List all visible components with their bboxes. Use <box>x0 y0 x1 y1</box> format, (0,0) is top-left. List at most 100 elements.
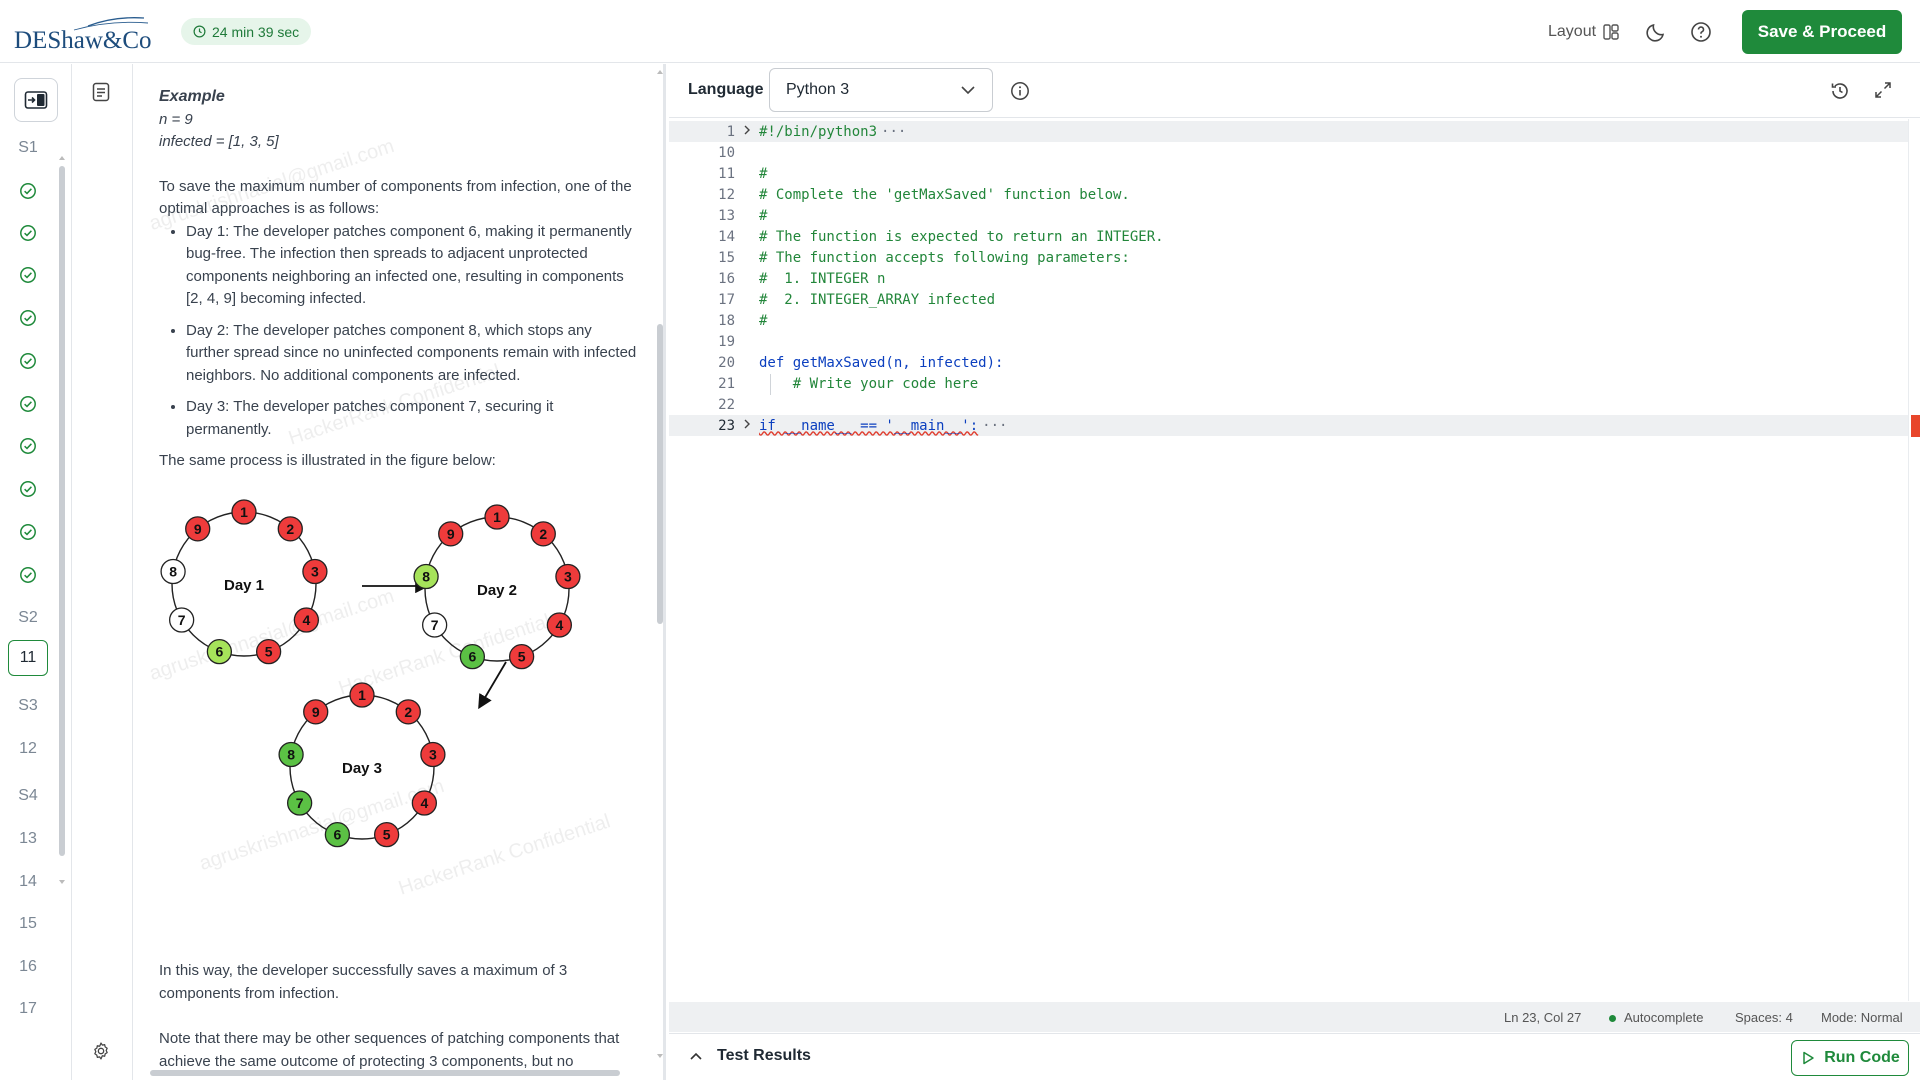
example-heading: Example <box>159 88 225 105</box>
section-label[interactable]: S3 <box>8 690 48 722</box>
settings-gear-icon[interactable] <box>91 1041 111 1061</box>
test-results-title: Test Results <box>717 1047 811 1064</box>
dark-mode-moon-icon[interactable] <box>1644 20 1668 44</box>
code-line[interactable]: 19 <box>669 331 1909 352</box>
component-number: 9 <box>312 704 320 720</box>
conclusion-text: In this way, the developer successfully … <box>159 962 568 1002</box>
info-icon[interactable] <box>1010 81 1030 101</box>
code-line[interactable]: 13 # <box>669 205 1909 226</box>
question-item[interactable]: 17 <box>8 993 48 1025</box>
component-number: 9 <box>447 526 455 542</box>
language-select[interactable]: Python 3 <box>769 68 993 112</box>
question-done-check-icon[interactable] <box>8 175 48 207</box>
code-line[interactable]: 12 # Complete the 'getMaxSaved' function … <box>669 184 1909 205</box>
fold-chevron-icon[interactable] <box>735 124 759 140</box>
component-number: 5 <box>518 649 526 665</box>
question-done-check-icon[interactable] <box>8 259 48 291</box>
editor-scrollbar[interactable] <box>1908 119 1909 1001</box>
question-item[interactable]: 13 <box>8 823 48 855</box>
code-text: # 2. INTEGER_ARRAY infected <box>759 291 996 308</box>
day-label: Day 3 <box>342 760 382 777</box>
question-done-check-icon[interactable] <box>8 430 48 462</box>
chevron-up-icon <box>690 1052 702 1060</box>
approach-intro: To save the maximum number of components… <box>159 177 632 218</box>
question-item-active[interactable]: 11 <box>8 640 48 676</box>
component-number: 4 <box>302 612 310 628</box>
code-line[interactable]: 16 # 1. INTEGER n <box>669 268 1909 289</box>
run-code-button[interactable]: Run Code <box>1791 1040 1909 1076</box>
question-done-check-icon[interactable] <box>8 217 48 249</box>
component-number: 3 <box>564 568 572 584</box>
question-done-check-icon[interactable] <box>8 559 48 591</box>
editor-mode[interactable]: Mode: Normal <box>1821 1010 1903 1025</box>
problem-content: Example n = 9 infected = [1, 3, 5] To sa… <box>159 86 639 473</box>
day-label: Day 2 <box>477 582 517 599</box>
code-line[interactable]: 1 #!/bin/python3 ··· <box>669 121 1909 142</box>
question-done-check-icon[interactable] <box>8 473 48 505</box>
code-line[interactable]: 18 # <box>669 310 1909 331</box>
code-text: # The function accepts following paramet… <box>759 249 1130 266</box>
code-text: # <box>759 165 768 182</box>
arrow-day2-to-day3 <box>478 661 507 710</box>
test-results-toggle[interactable]: Test Results <box>689 1047 811 1065</box>
section-label[interactable]: S1 <box>8 132 48 164</box>
navigator-scrollbar[interactable] <box>58 154 66 894</box>
folded-ellipsis[interactable]: ··· <box>982 418 1007 434</box>
problem-statement-panel: agruskrishnasial@gmail.com HackerRank Co… <box>134 64 666 1080</box>
line-number: 10 <box>718 144 735 161</box>
component-number: 4 <box>555 617 563 633</box>
problem-scrollbar[interactable] <box>655 64 665 1070</box>
autocomplete-toggle[interactable]: Autocomplete <box>1609 1010 1704 1025</box>
code-text: # Complete the 'getMaxSaved' function be… <box>759 186 1130 203</box>
save-and-proceed-button[interactable]: Save & Proceed <box>1742 10 1902 54</box>
steps-list: Day 1: The developer patches component 6… <box>186 221 639 442</box>
code-line[interactable]: 15 # The function accepts following param… <box>669 247 1909 268</box>
code-text: # <box>759 207 768 224</box>
code-line[interactable]: 23 if __name__ == '__main__': ··· <box>669 415 1909 436</box>
question-item[interactable]: 15 <box>8 908 48 940</box>
section-label[interactable]: S4 <box>8 780 48 812</box>
question-item[interactable]: 12 <box>8 733 48 765</box>
error-marker <box>1911 415 1920 437</box>
timer-badge: 24 min 39 sec <box>181 18 312 45</box>
code-editor[interactable]: 1 #!/bin/python3 ··· 10 11 #12 # Complete the … <box>669 119 1920 1001</box>
notes-icon[interactable] <box>92 82 110 102</box>
indent-setting[interactable]: Spaces: 4 <box>1735 1010 1793 1025</box>
code-line[interactable]: 22 <box>669 394 1909 415</box>
question-item[interactable]: 16 <box>8 951 48 983</box>
line-number: 1 <box>726 123 735 140</box>
code-line[interactable]: 20 def getMaxSaved(n, infected): <box>669 352 1909 373</box>
component-number: 5 <box>265 644 273 660</box>
fold-chevron-icon[interactable] <box>735 418 759 434</box>
help-icon[interactable] <box>1689 20 1713 44</box>
code-text: #!/bin/python3 <box>759 123 878 140</box>
layout-button[interactable]: Layout <box>1548 20 1620 44</box>
run-code-label: Run Code <box>1824 1049 1900 1066</box>
section-label[interactable]: S2 <box>8 602 48 634</box>
code-line[interactable]: 14 # The function is expected to return a… <box>669 226 1909 247</box>
cursor-position: Ln 23, Col 27 <box>1504 1010 1582 1025</box>
code-line[interactable]: 11 # <box>669 163 1909 184</box>
folded-ellipsis[interactable]: ··· <box>881 124 906 140</box>
app: DEShaw&Co 24 min 39 sec Layout Save & Pr… <box>0 0 1920 1080</box>
component-number: 3 <box>429 746 437 762</box>
language-label: Language <box>688 81 764 98</box>
code-line[interactable]: 10 <box>669 142 1909 163</box>
example-n: n = 9 <box>159 110 193 128</box>
question-done-check-icon[interactable] <box>8 516 48 548</box>
question-item[interactable]: 14 <box>8 866 48 898</box>
question-done-check-icon[interactable] <box>8 302 48 334</box>
fullscreen-icon[interactable] <box>1873 80 1893 100</box>
top-bar: DEShaw&Co 24 min 39 sec Layout Save & Pr… <box>0 0 1920 63</box>
day-diagram: Day 2 1 2 3 4 5 6 7 8 9 <box>413 504 581 670</box>
code-line[interactable]: 17 # 2. INTEGER_ARRAY infected <box>669 289 1909 310</box>
question-done-check-icon[interactable] <box>8 345 48 377</box>
collapse-panel-button[interactable] <box>14 78 58 122</box>
code-line[interactable]: 21 # Write your code here <box>669 373 1909 394</box>
code-text: # Write your code here <box>759 375 979 392</box>
layout-icon <box>1603 24 1619 40</box>
question-done-check-icon[interactable] <box>8 388 48 420</box>
problem-horizontal-scrollbar[interactable] <box>140 1068 640 1078</box>
history-icon[interactable] <box>1829 80 1851 102</box>
component-number: 2 <box>539 526 547 542</box>
